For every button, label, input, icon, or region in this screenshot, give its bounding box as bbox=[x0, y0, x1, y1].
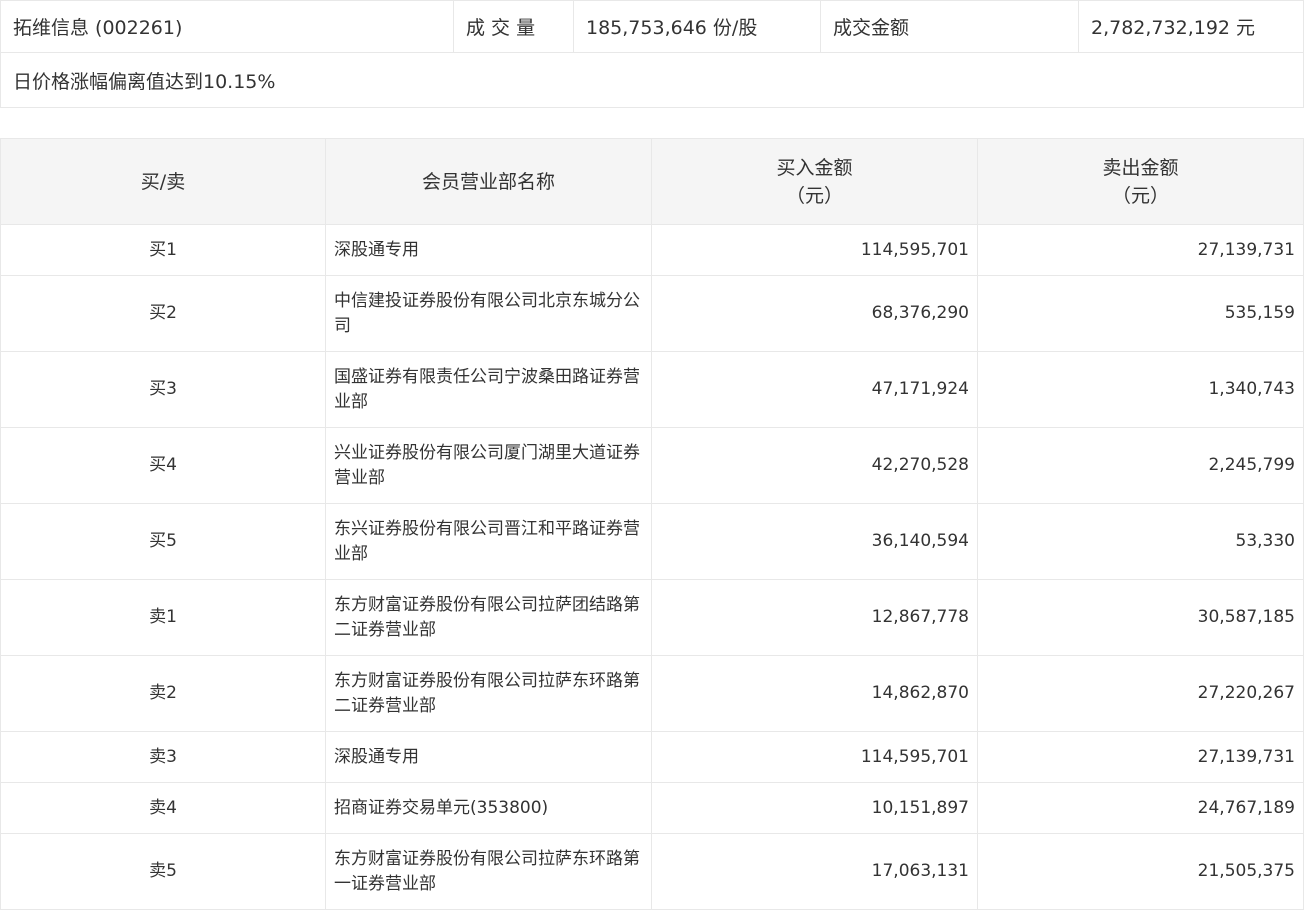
side-cell: 买3 bbox=[0, 351, 326, 428]
header-name: 会员营业部名称 bbox=[325, 138, 652, 225]
table-row: 买3 国盛证券有限责任公司宁波桑田路证券营业部 47,171,924 1,340… bbox=[0, 351, 1304, 428]
table-row: 卖3 深股通专用 114,595,701 27,139,731 bbox=[0, 731, 1304, 783]
buy-amount-cell: 12,867,778 bbox=[651, 579, 978, 656]
summary-row: 拓维信息 (002261) 成 交 量 185,753,646 份/股 成交金额… bbox=[0, 0, 1304, 53]
table-row: 买2 中信建投证券股份有限公司北京东城分公司 68,376,290 535,15… bbox=[0, 275, 1304, 352]
table-row: 买5 东兴证券股份有限公司晋江和平路证券营业部 36,140,594 53,33… bbox=[0, 503, 1304, 580]
header-sell-unit: （元） bbox=[1111, 184, 1169, 207]
sell-amount-cell: 535,159 bbox=[977, 275, 1304, 352]
broker-name-cell: 东方财富证券股份有限公司拉萨东环路第一证券营业部 bbox=[325, 833, 652, 910]
broker-name-cell: 东方财富证券股份有限公司拉萨团结路第二证券营业部 bbox=[325, 579, 652, 656]
volume-value: 185,753,646 份/股 bbox=[573, 0, 821, 53]
table-row: 买4 兴业证券股份有限公司厦门湖里大道证券营业部 42,270,528 2,24… bbox=[0, 427, 1304, 504]
buy-amount-cell: 114,595,701 bbox=[651, 731, 978, 783]
header-side: 买/卖 bbox=[0, 138, 326, 225]
header-buy-unit: （元） bbox=[785, 184, 843, 207]
sell-amount-cell: 21,505,375 bbox=[977, 833, 1304, 910]
buy-amount-cell: 14,862,870 bbox=[651, 655, 978, 732]
table-row: 卖2 东方财富证券股份有限公司拉萨东环路第二证券营业部 14,862,870 2… bbox=[0, 655, 1304, 732]
sell-amount-cell: 30,587,185 bbox=[977, 579, 1304, 656]
buy-amount-cell: 17,063,131 bbox=[651, 833, 978, 910]
header-buy-label: 买入金额 bbox=[776, 156, 853, 179]
side-cell: 买4 bbox=[0, 427, 326, 504]
volume-label: 成 交 量 bbox=[453, 0, 574, 53]
sell-amount-cell: 53,330 bbox=[977, 503, 1304, 580]
sell-amount-cell: 2,245,799 bbox=[977, 427, 1304, 504]
sell-amount-cell: 27,139,731 bbox=[977, 731, 1304, 783]
sell-amount-cell: 24,767,189 bbox=[977, 782, 1304, 834]
side-cell: 卖5 bbox=[0, 833, 326, 910]
broker-name-cell: 深股通专用 bbox=[325, 731, 652, 783]
table-row: 卖1 东方财富证券股份有限公司拉萨团结路第二证券营业部 12,867,778 3… bbox=[0, 579, 1304, 656]
stock-name: 拓维信息 (002261) bbox=[0, 0, 454, 53]
sell-amount-cell: 1,340,743 bbox=[977, 351, 1304, 428]
amount-label: 成交金额 bbox=[820, 0, 1079, 53]
broker-name-cell: 深股通专用 bbox=[325, 224, 652, 276]
sell-amount-cell: 27,220,267 bbox=[977, 655, 1304, 732]
side-cell: 卖4 bbox=[0, 782, 326, 834]
header-sell-label: 卖出金额 bbox=[1102, 156, 1179, 179]
broker-name-cell: 东兴证券股份有限公司晋江和平路证券营业部 bbox=[325, 503, 652, 580]
amount-value: 2,782,732,192 元 bbox=[1078, 0, 1304, 53]
broker-name-cell: 东方财富证券股份有限公司拉萨东环路第二证券营业部 bbox=[325, 655, 652, 732]
header-buy: 买入金额 （元） bbox=[651, 138, 978, 225]
table-row: 买1 深股通专用 114,595,701 27,139,731 bbox=[0, 224, 1304, 276]
sell-amount-cell: 27,139,731 bbox=[977, 224, 1304, 276]
table-row: 卖4 招商证券交易单元(353800) 10,151,897 24,767,18… bbox=[0, 782, 1304, 834]
listing-reason: 日价格涨幅偏离值达到10.15% bbox=[0, 52, 1304, 108]
buy-amount-cell: 68,376,290 bbox=[651, 275, 978, 352]
side-cell: 买1 bbox=[0, 224, 326, 276]
side-cell: 卖3 bbox=[0, 731, 326, 783]
broker-name-cell: 招商证券交易单元(353800) bbox=[325, 782, 652, 834]
broker-name-cell: 兴业证券股份有限公司厦门湖里大道证券营业部 bbox=[325, 427, 652, 504]
buy-amount-cell: 47,171,924 bbox=[651, 351, 978, 428]
side-cell: 卖2 bbox=[0, 655, 326, 732]
reason-row: 日价格涨幅偏离值达到10.15% bbox=[0, 52, 1304, 108]
header-row: 买/卖 会员营业部名称 买入金额 （元） 卖出金额 （元） bbox=[0, 138, 1304, 225]
buy-amount-cell: 114,595,701 bbox=[651, 224, 978, 276]
broker-name-cell: 中信建投证券股份有限公司北京东城分公司 bbox=[325, 275, 652, 352]
side-cell: 卖1 bbox=[0, 579, 326, 656]
broker-name-cell: 国盛证券有限责任公司宁波桑田路证券营业部 bbox=[325, 351, 652, 428]
buy-amount-cell: 36,140,594 bbox=[651, 503, 978, 580]
header-name-label: 会员营业部名称 bbox=[421, 170, 555, 193]
header-side-label: 买/卖 bbox=[140, 170, 186, 193]
table-row: 卖5 东方财富证券股份有限公司拉萨东环路第一证券营业部 17,063,131 2… bbox=[0, 833, 1304, 910]
buy-amount-cell: 42,270,528 bbox=[651, 427, 978, 504]
buy-amount-cell: 10,151,897 bbox=[651, 782, 978, 834]
side-cell: 买2 bbox=[0, 275, 326, 352]
broker-table: 买/卖 会员营业部名称 买入金额 （元） 卖出金额 （元） 买1 深股通专用 114… bbox=[0, 138, 1304, 910]
header-sell: 卖出金额 （元） bbox=[977, 138, 1304, 225]
side-cell: 买5 bbox=[0, 503, 326, 580]
summary-table: 拓维信息 (002261) 成 交 量 185,753,646 份/股 成交金额… bbox=[0, 0, 1304, 108]
